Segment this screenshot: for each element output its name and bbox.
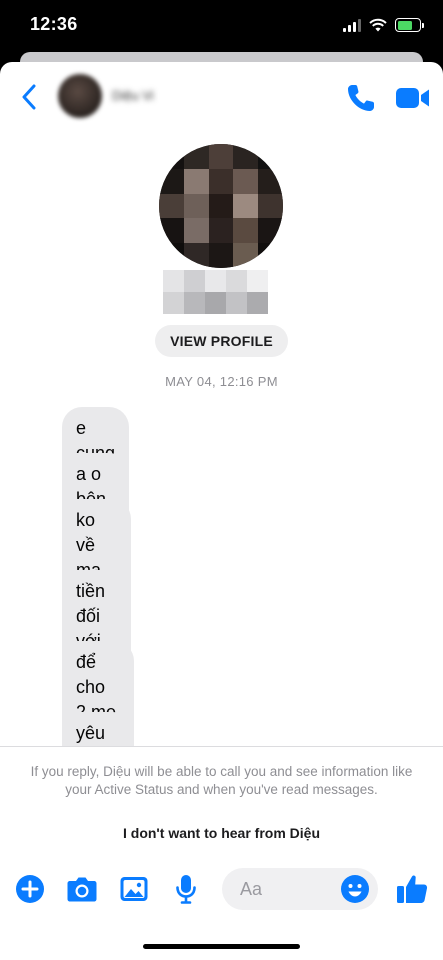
message-timestamp: MAY 04, 12:16 PM bbox=[165, 374, 278, 389]
contact-avatar[interactable] bbox=[58, 74, 102, 118]
ignore-messages-button[interactable]: I don't want to hear from Diệu bbox=[0, 825, 443, 841]
microphone-icon bbox=[176, 875, 196, 904]
gallery-button[interactable] bbox=[117, 872, 151, 906]
cellular-signal-icon bbox=[343, 18, 361, 32]
thumbs-up-icon bbox=[397, 875, 428, 903]
profile-photo[interactable] bbox=[159, 144, 283, 268]
plus-icon bbox=[16, 875, 44, 903]
notice-text: If you reply, Diệu will be able to call … bbox=[30, 764, 413, 797]
contact-name[interactable]: Diệu Vi bbox=[112, 88, 154, 103]
message-input-placeholder: Aa bbox=[240, 879, 263, 899]
status-time: 12:36 bbox=[30, 14, 78, 34]
home-indicator bbox=[143, 944, 300, 949]
conversation-screen: Diệu Vi VIEW PROFILE MAY 04, 12:16 PM e … bbox=[0, 62, 443, 960]
add-button[interactable] bbox=[13, 872, 47, 906]
message-request-notice: If you reply, Diệu will be able to call … bbox=[0, 746, 443, 862]
back-button[interactable] bbox=[16, 82, 42, 112]
camera-button[interactable] bbox=[65, 872, 99, 906]
phone-icon[interactable] bbox=[345, 82, 377, 114]
profile-name-mosaic bbox=[163, 270, 268, 314]
message-input[interactable]: Aa bbox=[222, 868, 378, 910]
video-camera-icon[interactable] bbox=[395, 84, 431, 112]
image-icon bbox=[120, 877, 148, 901]
view-profile-button[interactable]: VIEW PROFILE bbox=[155, 325, 288, 357]
chevron-left-icon bbox=[22, 84, 36, 110]
conversation-header: Diệu Vi bbox=[0, 62, 443, 134]
profile-photo-mosaic bbox=[159, 144, 283, 268]
composer-bar: Aa bbox=[0, 862, 443, 960]
like-button[interactable] bbox=[394, 872, 430, 906]
status-icons bbox=[343, 18, 424, 32]
status-bar: 12:36 bbox=[0, 0, 443, 54]
voice-button[interactable] bbox=[169, 872, 203, 906]
battery-charging-icon bbox=[395, 18, 424, 32]
wifi-icon bbox=[369, 18, 387, 32]
camera-icon bbox=[67, 877, 97, 902]
emoji-icon[interactable] bbox=[340, 874, 370, 904]
